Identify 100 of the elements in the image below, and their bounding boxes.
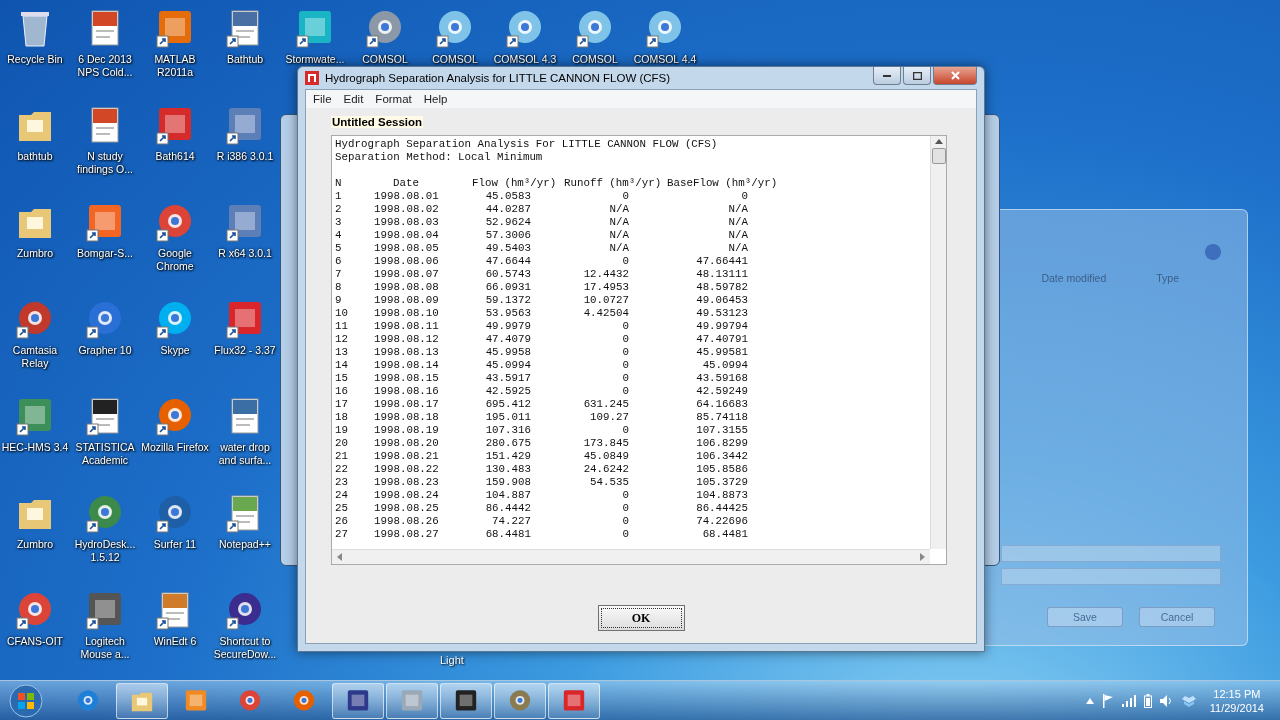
table-cell: 2: [335, 203, 342, 215]
desktop-icon-label[interactable]: Recycle Bin: [0, 53, 70, 66]
table-cell: 0: [622, 489, 629, 501]
dialog-button[interactable]: Save: [1047, 607, 1123, 627]
menu-item[interactable]: Help: [418, 92, 453, 106]
desktop-icon-label[interactable]: Light: [440, 654, 464, 666]
table-cell: 45.9958: [485, 346, 531, 358]
desktop-icon-label[interactable]: Flux32 - 3.37: [210, 344, 280, 357]
table-cell: 42.5925: [485, 385, 531, 397]
table-cell: 173.845: [583, 437, 629, 449]
table-cell: 1998.08.05: [374, 242, 439, 254]
table-cell: 16: [335, 385, 348, 397]
desktop-icon-label[interactable]: Bathtub: [210, 53, 280, 66]
column-header: Flow (hm³/yr): [472, 177, 557, 189]
table-cell: 1998.08.06: [374, 255, 439, 267]
table-cell: 1998.08.18: [374, 411, 439, 423]
desktop-icon-label[interactable]: COMSOL: [420, 53, 490, 66]
desktop-icon-label[interactable]: Shortcut to SecureDow...: [210, 635, 280, 661]
table-cell: 45.99581: [696, 346, 748, 358]
desktop-icon-label[interactable]: R x64 3.0.1: [210, 247, 280, 260]
desktop-icon-label[interactable]: Bomgar-S...: [70, 247, 140, 260]
table-cell: 45.0994: [485, 359, 531, 371]
clock-date[interactable]: 11/29/2014: [1209, 701, 1264, 715]
table-cell: 1998.08.11: [374, 320, 439, 332]
table-cell: 49.5403: [485, 242, 531, 254]
table-cell: 1998.08.15: [374, 372, 439, 384]
table-cell: 42.59249: [696, 385, 748, 397]
table-cell: 1998.08.19: [374, 424, 439, 436]
table-cell: 11: [335, 320, 348, 332]
desktop-icon-label[interactable]: COMSOL 4.3: [490, 53, 560, 66]
table-cell: 107.316: [485, 424, 531, 436]
desktop-icon-label[interactable]: Google Chrome: [140, 247, 210, 273]
table-cell: 104.8873: [696, 489, 748, 501]
desktop-icon-label[interactable]: Bath614: [140, 150, 210, 163]
table-cell: 74.22696: [696, 515, 748, 527]
desktop-icon-label[interactable]: Stormwate...: [280, 53, 350, 66]
table-cell: N/A: [728, 242, 748, 254]
table-cell: 9: [335, 294, 342, 306]
table-cell: 86.44425: [696, 502, 748, 514]
table-cell: 54.535: [590, 476, 629, 488]
desktop-icon-label[interactable]: Zumbro: [0, 247, 70, 260]
desktop-icon-label[interactable]: R i386 3.0.1: [210, 150, 280, 163]
desktop-icon-label[interactable]: N study findings O...: [70, 150, 140, 176]
table-cell: 0: [622, 333, 629, 345]
table-cell: N/A: [609, 242, 629, 254]
desktop-icon-label[interactable]: Zumbro: [0, 538, 70, 551]
table-cell: 17.4953: [583, 281, 629, 293]
table-cell: 57.3006: [485, 229, 531, 241]
table-cell: 22: [335, 463, 348, 475]
table-cell: 0: [622, 528, 629, 540]
window-title: Hydrograph Separation Analysis for LITTLE CANNON FLOW (CFS): [325, 72, 672, 84]
table-cell: 0: [622, 372, 629, 384]
table-cell: 3: [335, 216, 342, 228]
table-cell: 1998.08.20: [374, 437, 439, 449]
table-cell: 105.8586: [696, 463, 748, 475]
desktop-icon-label[interactable]: Camtasia Relay: [0, 344, 70, 370]
desktop-icon-label[interactable]: Grapher 10: [70, 344, 140, 357]
table-cell: N/A: [609, 203, 629, 215]
table-cell: 109.27: [590, 411, 629, 423]
table-cell: 1998.08.24: [374, 489, 439, 501]
table-cell: 59.1372: [485, 294, 531, 306]
table-cell: 7: [335, 268, 342, 280]
desktop-icon-label[interactable]: water drop and surfa...: [210, 441, 280, 467]
desktop-icon-label[interactable]: Mozilla Firefox: [140, 441, 210, 454]
ok-button[interactable]: OK: [597, 605, 685, 631]
column-header: BaseFlow (hm³/yr): [667, 177, 778, 189]
desktop-icon-label[interactable]: 6 Dec 2013 NPS Cold...: [70, 53, 140, 79]
table-cell: 1998.08.21: [374, 450, 439, 462]
desktop-icon-label[interactable]: HEC-HMS 3.4: [0, 441, 70, 454]
table-cell: N/A: [728, 203, 748, 215]
menu-item[interactable]: Edit: [338, 92, 369, 106]
table-cell: 48.59782: [696, 281, 748, 293]
desktop-icon-label[interactable]: Logitech Mouse a...: [70, 635, 140, 661]
table-cell: 43.59168: [696, 372, 748, 384]
table-cell: 47.4079: [485, 333, 531, 345]
desktop-icon-label[interactable]: Surfer 11: [140, 538, 210, 551]
table-cell: 64.16683: [696, 398, 748, 410]
desktop-icon-label[interactable]: Skype: [140, 344, 210, 357]
table-cell: 60.5743: [485, 268, 531, 280]
menu-item[interactable]: Format: [370, 92, 417, 106]
table-cell: 130.483: [485, 463, 531, 475]
desktop-icon-label[interactable]: STATISTICA Academic: [70, 441, 140, 467]
dialog-button[interactable]: Cancel: [1139, 607, 1215, 627]
report-line: Hydrograph Separation Analysis For LITTLE CANNON FLOW (CFS): [335, 138, 718, 150]
table-cell: 195.011: [485, 411, 531, 423]
desktop-icon-label[interactable]: bathtub: [0, 150, 70, 163]
table-cell: 19: [335, 424, 348, 436]
table-cell: 0: [622, 346, 629, 358]
table-cell: 49.9979: [485, 320, 531, 332]
desktop-icon-label[interactable]: WinEdt 6: [140, 635, 210, 648]
desktop-icon-label[interactable]: Notepad++: [210, 538, 280, 551]
desktop-icon-label[interactable]: COMSOL 4.4: [630, 53, 700, 66]
desktop-icon-label[interactable]: HydroDesk... 1.5.12: [70, 538, 140, 564]
table-cell: 10: [335, 307, 348, 319]
desktop-icon-label[interactable]: CFANS-OIT: [0, 635, 70, 648]
desktop-icon-label[interactable]: COMSOL: [560, 53, 630, 66]
menu-item[interactable]: File: [308, 92, 337, 106]
desktop-icon-label[interactable]: MATLAB R2011a: [140, 53, 210, 79]
desktop-icon-label[interactable]: COMSOL: [350, 53, 420, 66]
table-cell: 52.9624: [485, 216, 531, 228]
